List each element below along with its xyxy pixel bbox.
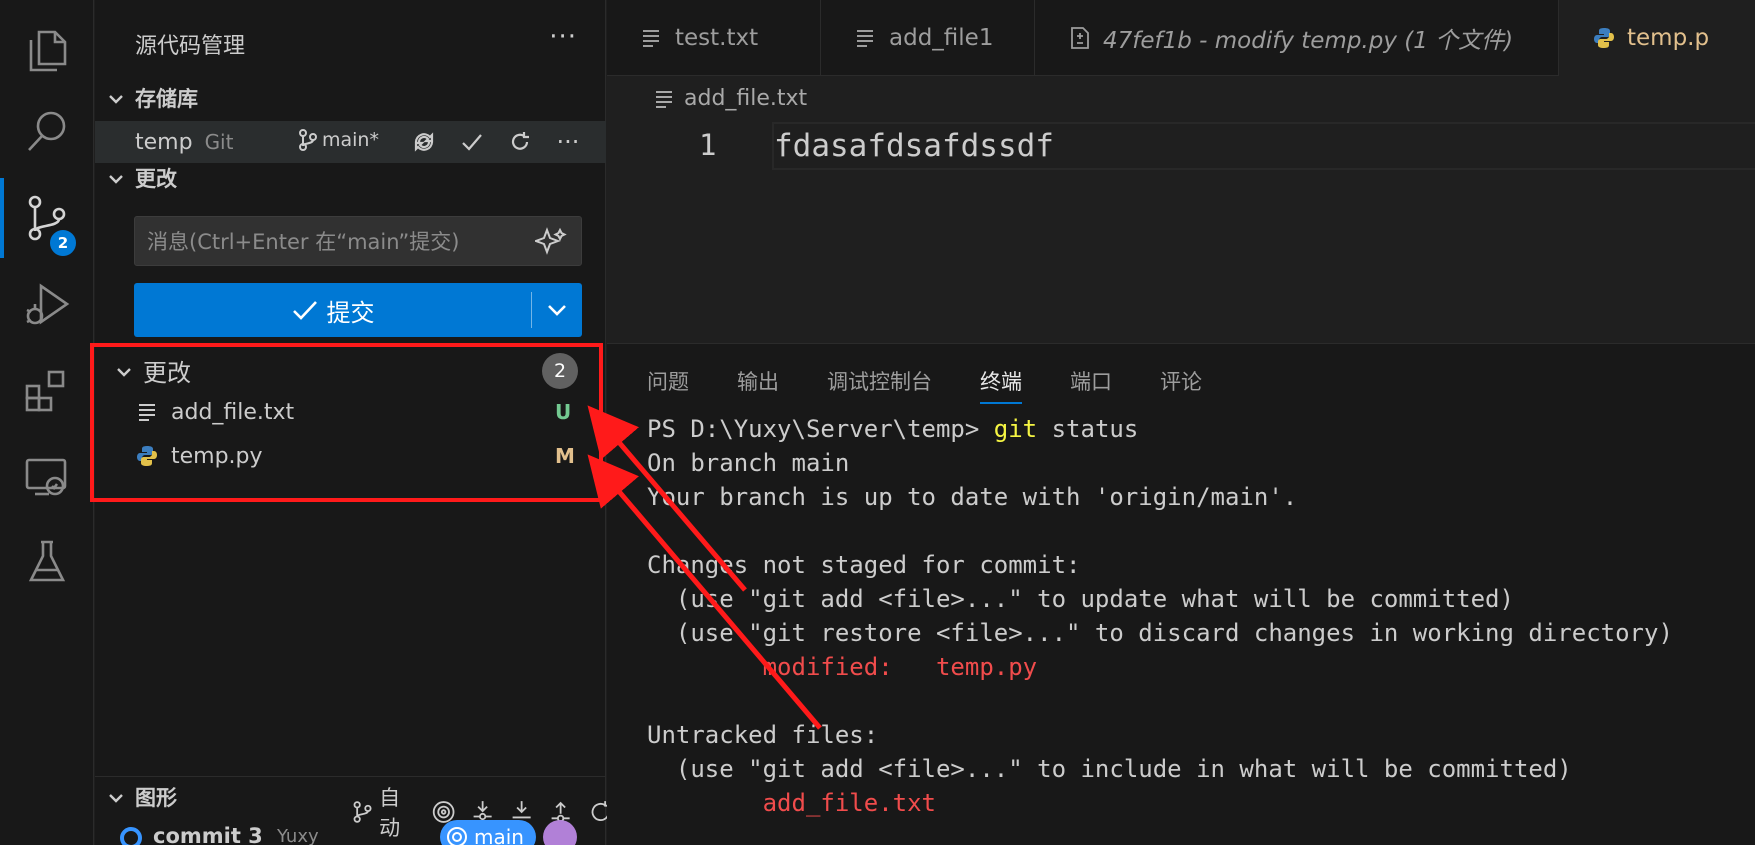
text-file-icon bbox=[855, 27, 877, 49]
branch-picker[interactable]: main* bbox=[298, 129, 379, 151]
commit-message-input[interactable]: 消息(Ctrl+Enter 在“main”提交) bbox=[134, 216, 582, 266]
repositories-section-header[interactable]: 存储库 bbox=[95, 78, 606, 118]
activity-bar: 2 bbox=[0, 0, 94, 845]
tab-add-file1[interactable]: add_file1 bbox=[821, 0, 1035, 76]
repository-row[interactable]: temp Git main* ··· bbox=[95, 121, 606, 163]
run-debug-icon[interactable] bbox=[0, 264, 94, 344]
terminal-prompt: PS D:\Yuxy\Server\temp> bbox=[647, 415, 994, 443]
chevron-down-icon bbox=[103, 86, 129, 110]
repo-more-button[interactable]: ··· bbox=[549, 127, 587, 157]
commit-dropdown-button[interactable] bbox=[532, 303, 582, 317]
tab-label: 47fef1b - modify temp.py (1 个文件) bbox=[1103, 28, 1514, 54]
text-file-icon bbox=[641, 27, 663, 49]
tab-debug-console[interactable]: 调试控制台 bbox=[827, 366, 932, 404]
terminal-line: (use "git add <file>..." to include in w… bbox=[647, 755, 1572, 783]
source-control-icon[interactable]: 2 bbox=[0, 178, 94, 258]
panel-tab-bar: 问题 输出 调试控制台 终端 端口 评论 bbox=[647, 366, 1202, 404]
breadcrumb-file: add_file.txt bbox=[684, 86, 808, 111]
sync-icon[interactable] bbox=[405, 127, 443, 157]
graph-commit-row[interactable]: commit 3 Yuxy main bbox=[95, 820, 606, 845]
terminal-line: Your branch is up to date with 'origin/m… bbox=[647, 483, 1298, 511]
breadcrumb[interactable]: add_file.txt bbox=[654, 86, 807, 111]
branch-tag: main bbox=[440, 820, 536, 845]
tab-temp-py[interactable]: temp.p bbox=[1559, 0, 1755, 76]
testing-icon[interactable] bbox=[0, 522, 94, 602]
repo-name: temp bbox=[135, 129, 193, 155]
commit-button[interactable]: 提交 bbox=[134, 283, 582, 337]
terminal-line: On branch main bbox=[647, 449, 850, 477]
commit-label: 提交 bbox=[326, 298, 375, 327]
line-text: fdasafdsafdssdf bbox=[774, 128, 1054, 164]
branch-icon bbox=[299, 129, 317, 151]
chevron-down-icon bbox=[103, 785, 129, 809]
tab-label: temp.p bbox=[1627, 25, 1710, 51]
diff-file-icon bbox=[1069, 27, 1091, 49]
generate-message-sparkle-icon[interactable] bbox=[533, 226, 567, 258]
commit-check-icon[interactable] bbox=[453, 127, 491, 157]
terminal-line: (use "git restore <file>..." to discard … bbox=[647, 619, 1673, 647]
repositories-label: 存储库 bbox=[135, 87, 198, 111]
tab-label: add_file1 bbox=[889, 25, 994, 51]
extensions-icon[interactable] bbox=[0, 350, 94, 430]
explorer-icon[interactable] bbox=[0, 10, 94, 90]
target-icon bbox=[447, 827, 467, 845]
refresh-icon[interactable] bbox=[501, 127, 539, 157]
search-icon[interactable] bbox=[0, 92, 94, 172]
commit-node-icon bbox=[120, 827, 142, 845]
tab-commit-diff[interactable]: 47fef1b - modify temp.py (1 个文件) bbox=[1035, 0, 1559, 76]
changes-section-header[interactable]: 更改 bbox=[95, 158, 606, 198]
branch-name: main* bbox=[322, 129, 379, 151]
chevron-down-icon bbox=[103, 166, 129, 190]
commit-message: commit 3 bbox=[153, 824, 263, 845]
terminal-line: (use "git add <file>..." to update what … bbox=[647, 585, 1514, 613]
python-file-icon bbox=[1593, 27, 1615, 49]
tab-comments[interactable]: 评论 bbox=[1160, 366, 1202, 404]
changes-section-label: 更改 bbox=[135, 167, 177, 191]
check-icon bbox=[292, 301, 317, 320]
commit-author: Yuxy bbox=[277, 826, 319, 845]
commit-message-placeholder: 消息(Ctrl+Enter 在“main”提交) bbox=[147, 230, 460, 254]
changes-badge: 2 bbox=[48, 228, 78, 258]
line-number: 1 bbox=[699, 128, 717, 162]
remote-explorer-icon[interactable] bbox=[0, 436, 94, 516]
tab-problems[interactable]: 问题 bbox=[647, 366, 689, 404]
tab-test-txt[interactable]: test.txt bbox=[607, 0, 821, 76]
remote-cloud-icon bbox=[543, 820, 577, 845]
tab-output[interactable]: 输出 bbox=[737, 366, 779, 404]
commit-main-action[interactable]: 提交 bbox=[134, 293, 531, 328]
annotation-highlight-box bbox=[90, 343, 603, 502]
graph-label: 图形 bbox=[135, 785, 177, 810]
sidebar-more-button[interactable]: ··· bbox=[549, 22, 577, 52]
repo-type: Git bbox=[204, 130, 234, 154]
terminal-command-args: status bbox=[1037, 415, 1139, 443]
terminal-line: Untracked files: bbox=[647, 721, 879, 749]
terminal-output[interactable]: PS D:\Yuxy\Server\temp> git status On br… bbox=[647, 412, 1673, 820]
editor-tab-bar: test.txt add_file1 47fef1b - modify temp… bbox=[607, 0, 1755, 76]
chevron-down-icon bbox=[548, 305, 566, 316]
code-line[interactable]: 1 fdasafdsafdssdf bbox=[607, 122, 1755, 170]
terminal-line: Changes not staged for commit: bbox=[647, 551, 1081, 579]
terminal-command: git bbox=[993, 415, 1038, 443]
tab-label: test.txt bbox=[675, 25, 759, 51]
terminal-untracked-line: add_file.txt bbox=[647, 789, 936, 817]
branch-tag-label: main bbox=[474, 825, 524, 845]
tab-ports[interactable]: 端口 bbox=[1070, 366, 1112, 404]
sidebar-title: 源代码管理 bbox=[135, 34, 246, 59]
bottom-panel: 问题 输出 调试控制台 终端 端口 评论 PS D:\Yuxy\Server\t… bbox=[607, 343, 1755, 845]
terminal-modified-line: modified: temp.py bbox=[647, 653, 1038, 681]
tab-terminal[interactable]: 终端 bbox=[980, 366, 1022, 404]
text-file-icon bbox=[656, 90, 672, 108]
